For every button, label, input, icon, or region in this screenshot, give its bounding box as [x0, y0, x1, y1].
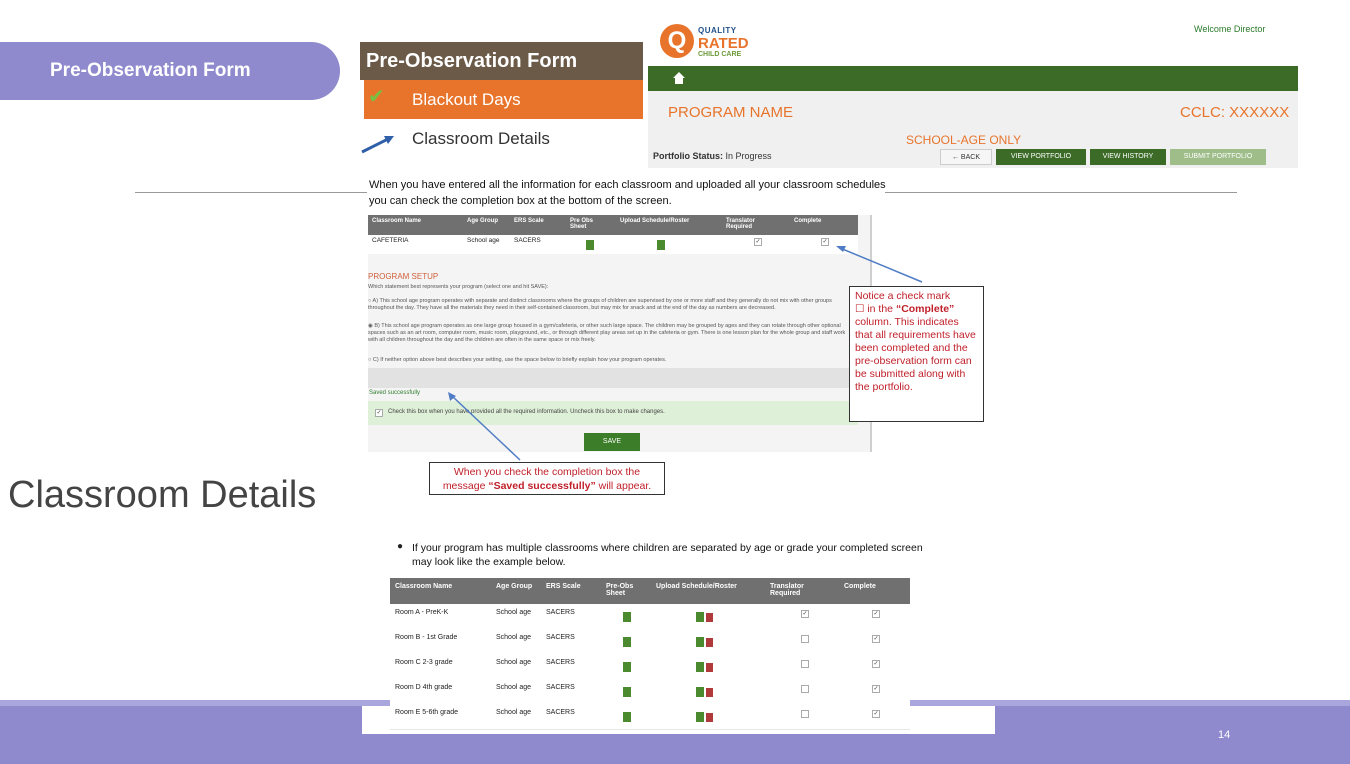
table-row: Room C 2-3 grade School age SACERS ✓: [390, 654, 910, 680]
trash-icon[interactable]: [706, 688, 713, 697]
classroom-name: Room A - PreK-K: [395, 609, 449, 616]
document-icon[interactable]: [696, 637, 704, 647]
saved-callout: When you check the completion box the me…: [429, 462, 665, 495]
complete-checkbox[interactable]: ✓: [872, 710, 880, 718]
document-icon[interactable]: [623, 712, 631, 724]
col-classroom-name: Classroom Name: [395, 583, 453, 590]
age-group: School age: [496, 609, 532, 616]
arrow-head-icon: [836, 246, 846, 252]
callout-bottom-line2-post: will appear.: [595, 480, 652, 492]
upload-actions: [696, 612, 713, 624]
col-ers-scale: ERS Scale: [546, 583, 581, 590]
bullet-icon: ●: [397, 541, 404, 552]
col-pre-obs-sheet: Pre-Obs Sheet: [606, 583, 634, 597]
trash-icon[interactable]: [706, 638, 713, 647]
callout-right-part2: ☐ in the: [855, 303, 896, 315]
document-icon[interactable]: [623, 687, 631, 699]
col-translator: Translator Required: [770, 583, 804, 597]
upload-actions: [696, 637, 713, 649]
upload-actions: [696, 687, 713, 699]
document-icon[interactable]: [623, 612, 631, 624]
table-row: Room B - 1st Grade School age SACERS ✓: [390, 629, 910, 655]
bullet-text: If your program has multiple classrooms …: [412, 542, 923, 568]
callout-right-part4: column. This indicates that all requirem…: [855, 316, 976, 393]
upload-actions: [696, 712, 713, 724]
complete-column-callout: Notice a check mark ☐ in the “Complete” …: [849, 286, 984, 422]
translator-checkbox[interactable]: [801, 660, 809, 668]
callout-bottom-line1: When you check the completion box the: [453, 466, 641, 478]
translator-checkbox[interactable]: [801, 685, 809, 693]
callout-right-part1: Notice a check mark: [855, 290, 951, 302]
classroom-name: Room B - 1st Grade: [395, 634, 458, 641]
callout-bottom-line2-bold: “Saved successfully”: [488, 480, 596, 492]
complete-checkbox[interactable]: ✓: [872, 635, 880, 643]
document-icon[interactable]: [696, 612, 704, 622]
multi-classroom-table: Classroom Name Age Group ERS Scale Pre-O…: [390, 578, 910, 730]
translator-checkbox[interactable]: [801, 710, 809, 718]
ers-scale: SACERS: [546, 709, 575, 716]
table-header: Classroom Name Age Group ERS Scale Pre-O…: [390, 578, 910, 604]
arrow-to-saved: [451, 395, 521, 461]
ers-scale: SACERS: [546, 684, 575, 691]
age-group: School age: [496, 684, 532, 691]
document-icon[interactable]: [623, 637, 631, 649]
document-icon[interactable]: [623, 662, 631, 674]
table-row: Room A - PreK-K School age SACERS ✓ ✓: [390, 604, 910, 630]
age-group: School age: [496, 709, 532, 716]
trash-icon[interactable]: [706, 713, 713, 722]
arrow-to-complete: [839, 247, 923, 283]
table-row: Room D 4th grade School age SACERS ✓: [390, 679, 910, 705]
classroom-name: Room D 4th grade: [395, 684, 453, 691]
complete-checkbox[interactable]: ✓: [872, 660, 880, 668]
translator-checkbox[interactable]: [801, 635, 809, 643]
trash-icon[interactable]: [706, 663, 713, 672]
callout-bottom-line2-pre: message: [442, 480, 489, 492]
document-icon[interactable]: [696, 687, 704, 697]
col-complete: Complete: [844, 583, 876, 590]
age-group: School age: [496, 634, 532, 641]
age-group: School age: [496, 659, 532, 666]
col-age-group: Age Group: [496, 583, 533, 590]
complete-checkbox[interactable]: ✓: [872, 685, 880, 693]
ers-scale: SACERS: [546, 659, 575, 666]
callout-right-part3: “Complete”: [895, 303, 955, 315]
document-icon[interactable]: [696, 712, 704, 722]
col-upload-schedule: Upload Schedule/Roster: [656, 583, 737, 590]
classroom-name: Room E 5-6th grade: [395, 709, 459, 716]
ers-scale: SACERS: [546, 634, 575, 641]
ers-scale: SACERS: [546, 609, 575, 616]
trash-icon[interactable]: [706, 613, 713, 622]
document-icon[interactable]: [696, 662, 704, 672]
complete-checkbox[interactable]: ✓: [872, 610, 880, 618]
upload-actions: [696, 662, 713, 674]
translator-checkbox[interactable]: ✓: [801, 610, 809, 618]
classroom-name: Room C 2-3 grade: [395, 659, 453, 666]
table-row: Room E 5-6th grade School age SACERS ✓: [390, 704, 910, 730]
